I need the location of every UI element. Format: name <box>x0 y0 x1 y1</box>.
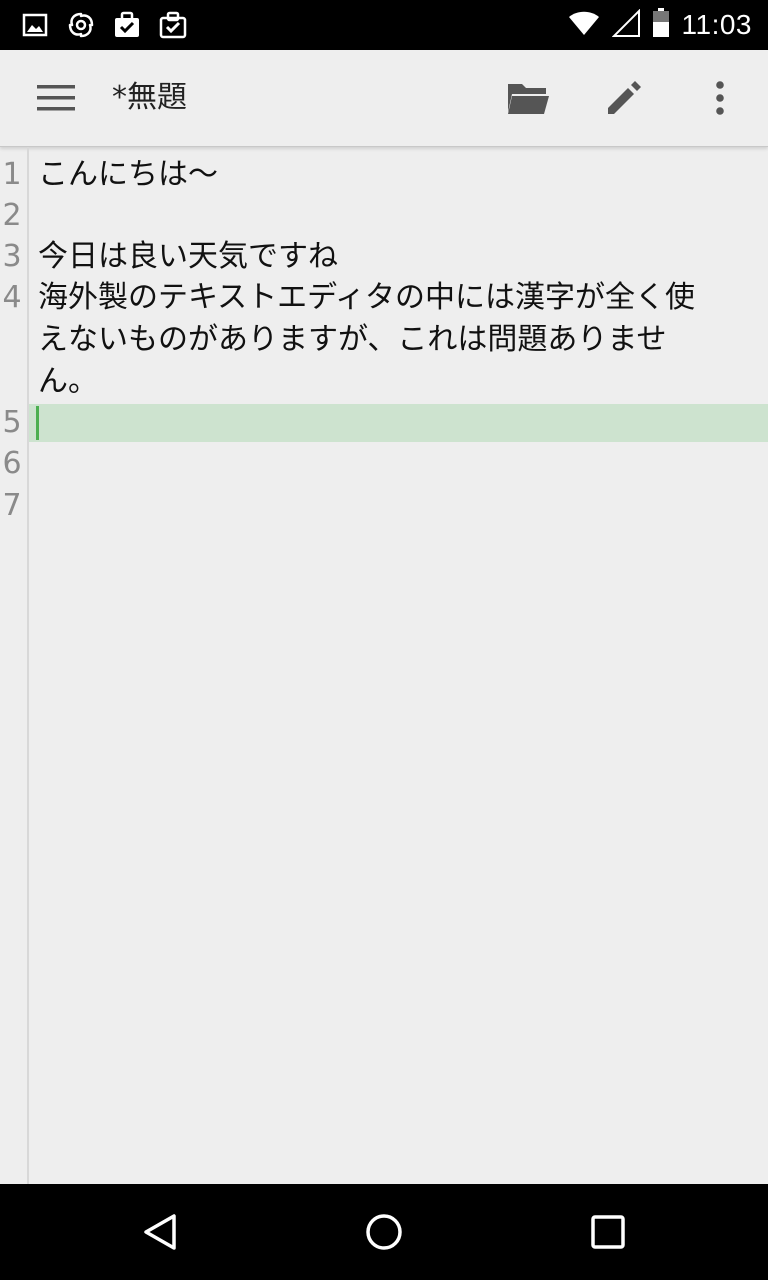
back-button[interactable] <box>136 1208 184 1256</box>
edit-pencil-icon <box>608 81 641 114</box>
line-number: 3 <box>2 239 22 274</box>
text-line[interactable]: 今日は良い天気ですね <box>38 236 750 278</box>
text-line[interactable]: こんにちは～ <box>38 154 750 196</box>
line-number: 7 <box>2 488 22 523</box>
navigation-menu-button[interactable] <box>34 78 78 118</box>
status-bar: 11:03 <box>0 0 768 50</box>
navigation-bar <box>0 1184 768 1280</box>
line-number-gutter: 1 2 3 4 5 6 7 <box>0 147 29 1184</box>
text-editor[interactable]: 1 2 3 4 5 6 7 こんにちは～ 今日は良い天気ですね 海外製のテキスト… <box>0 147 768 1184</box>
back-triangle-icon <box>144 1214 176 1250</box>
app-toolbar: *無題 <box>0 50 768 147</box>
home-circle-icon <box>366 1214 402 1250</box>
cellular-signal-icon <box>611 8 640 41</box>
line-number: 1 <box>2 157 22 192</box>
wifi-icon <box>568 10 600 40</box>
text-cursor <box>36 406 39 440</box>
edit-button[interactable] <box>600 74 648 122</box>
system-status: 11:03 <box>568 8 753 42</box>
hamburger-menu-icon <box>37 85 75 111</box>
recents-square-icon <box>591 1215 625 1249</box>
line-number: 2 <box>2 198 22 233</box>
battery-icon <box>652 8 670 42</box>
open-file-button[interactable] <box>504 74 552 122</box>
text-line[interactable]: 海外製のテキストエディタの中には漢字が全く使 <box>38 277 750 319</box>
home-button[interactable] <box>360 1208 408 1256</box>
task-notification-icon <box>110 9 144 41</box>
image-notification-icon <box>18 9 52 41</box>
recents-button[interactable] <box>584 1208 632 1256</box>
text-line[interactable]: ん。 <box>38 361 750 403</box>
notification-icons <box>18 9 190 41</box>
text-line[interactable]: えないものがありますが、これは問題ありませ <box>38 319 750 361</box>
task-list-notification-icon <box>156 9 190 41</box>
more-options-button[interactable] <box>696 74 744 122</box>
clock: 11:03 <box>681 9 752 40</box>
folder-open-icon <box>508 84 549 114</box>
sync-notification-icon <box>64 9 98 41</box>
line-number: 4 <box>2 280 22 315</box>
line-number: 6 <box>2 446 22 481</box>
document-title: *無題 <box>112 80 187 115</box>
current-line-highlight <box>29 404 768 442</box>
more-vert-icon <box>716 81 724 115</box>
line-number: 5 <box>2 405 22 440</box>
